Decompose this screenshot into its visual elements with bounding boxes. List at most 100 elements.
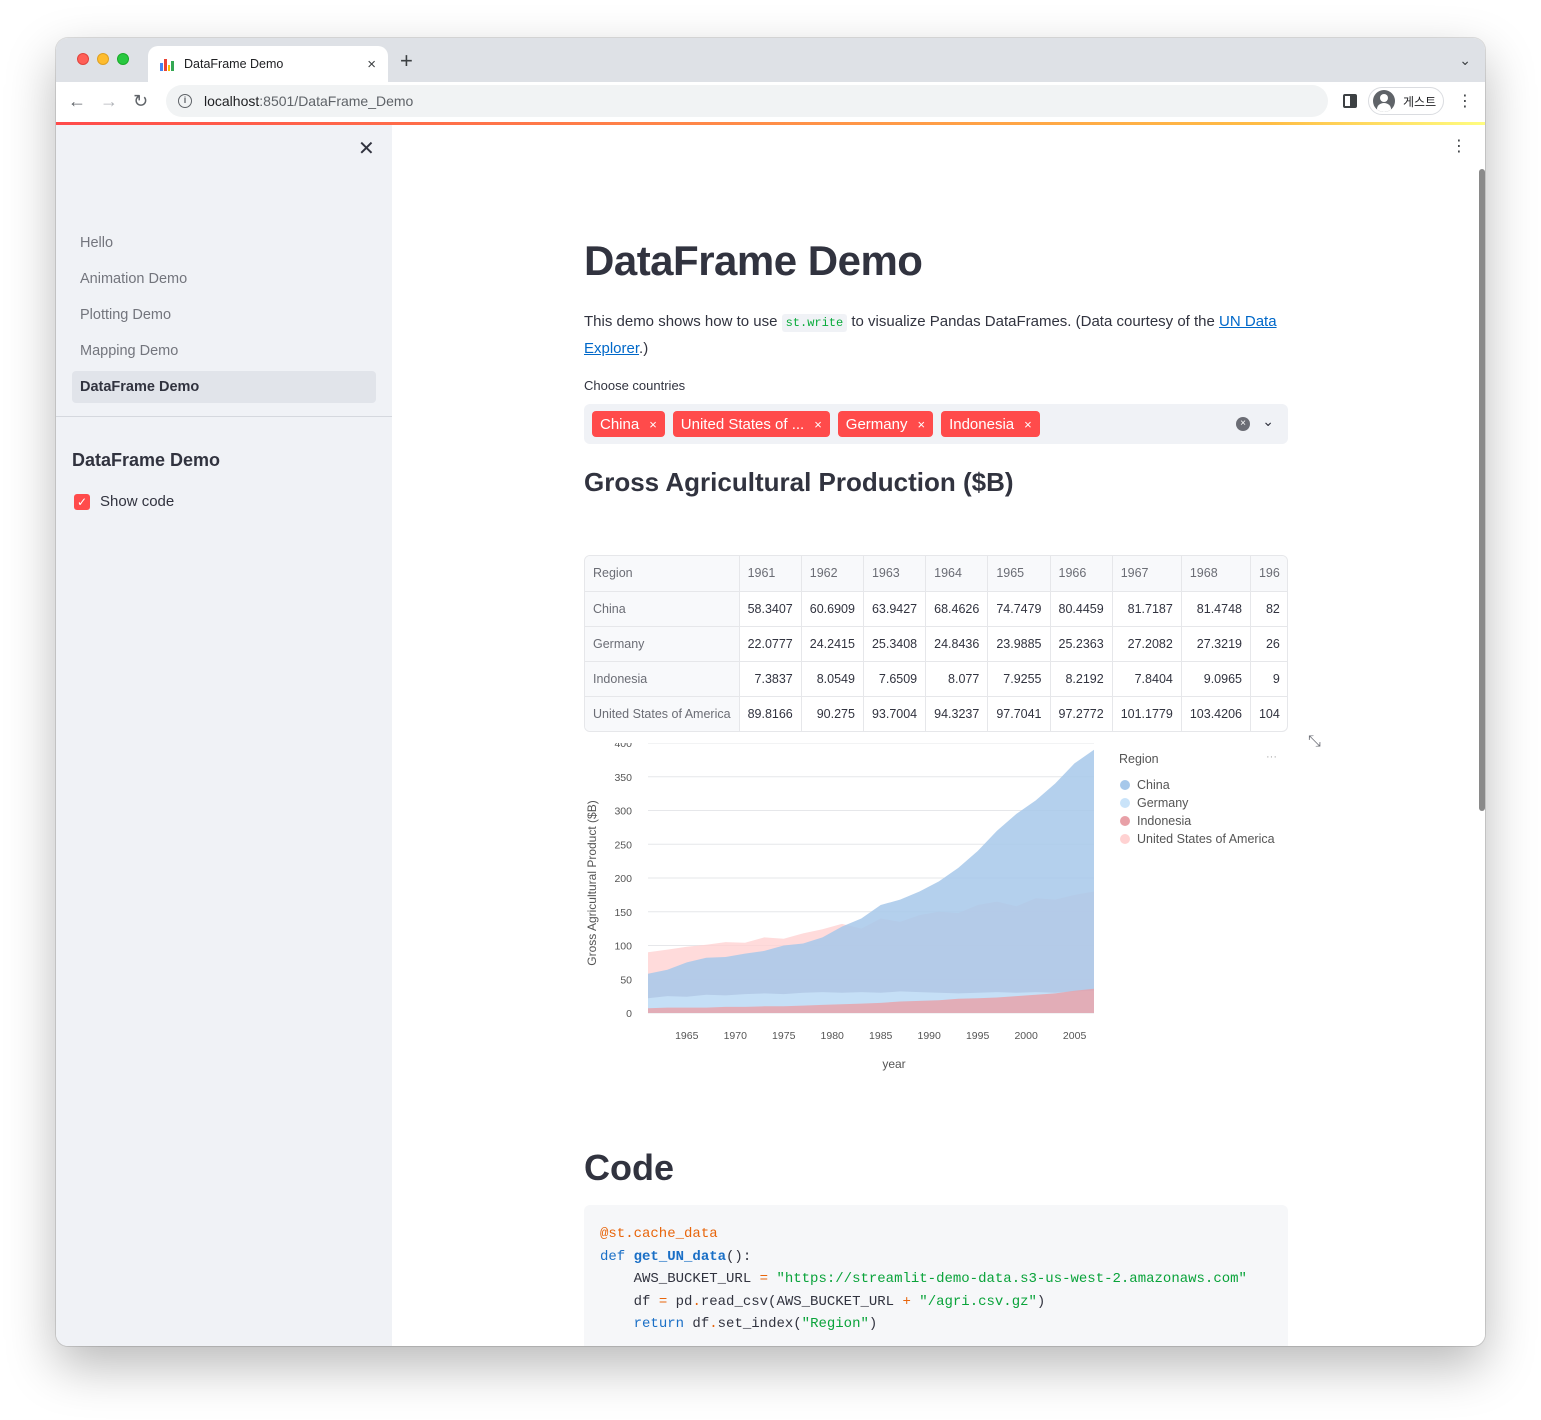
remove-chip-icon[interactable]: × xyxy=(917,417,925,432)
table-cell[interactable]: 81.7187 xyxy=(1112,591,1182,627)
table-cell[interactable]: 7.3837 xyxy=(739,661,802,697)
table-cell[interactable]: 24.2415 xyxy=(801,626,864,662)
browser-tab[interactable]: DataFrame Demo × xyxy=(148,46,388,82)
table-cell[interactable]: 103.4206 xyxy=(1181,696,1251,731)
checkmark-icon[interactable]: ✓ xyxy=(74,493,90,510)
table-cell[interactable]: 63.9427 xyxy=(863,591,927,627)
column-header-year[interactable]: 1968 xyxy=(1181,556,1251,592)
table-cell[interactable]: 74.7479 xyxy=(987,591,1051,627)
code-token: pd xyxy=(667,1293,693,1310)
table-cell[interactable]: 9.0965 xyxy=(1181,661,1251,697)
table-cell[interactable]: 26 xyxy=(1250,626,1287,662)
remove-chip-icon[interactable]: × xyxy=(814,417,822,432)
table-cell[interactable]: 94.3237 xyxy=(925,696,989,731)
maximize-window-button[interactable] xyxy=(117,53,129,65)
reload-icon[interactable]: ↻ xyxy=(133,90,148,112)
scrollbar[interactable] xyxy=(1479,169,1485,811)
sidebar-item-hello[interactable]: Hello xyxy=(72,227,376,259)
sidebar-section-title: DataFrame Demo xyxy=(72,450,221,470)
table-cell[interactable]: 104 xyxy=(1250,696,1287,731)
profile-button[interactable]: 게스트 xyxy=(1368,87,1444,115)
fullscreen-icon[interactable]: ⤡ xyxy=(1308,733,1321,751)
table-cell[interactable]: 27.2082 xyxy=(1112,626,1182,662)
column-header-year[interactable]: 1966 xyxy=(1050,556,1113,592)
table-body: China 58.3407 60.6909 63.9427 68.4626 74.7479… xyxy=(585,591,1287,731)
inline-code: st.write xyxy=(781,314,848,332)
y-tick-label: 200 xyxy=(614,873,632,885)
table-cell[interactable]: 97.2772 xyxy=(1050,696,1113,731)
tab-close-icon[interactable]: × xyxy=(367,56,376,73)
tab-search-icon[interactable]: ⌄ xyxy=(1459,52,1471,69)
column-header-year[interactable]: 196 xyxy=(1250,556,1287,592)
table-cell[interactable]: 24.8436 xyxy=(925,626,989,662)
sidebar-item-animation-demo[interactable]: Animation Demo xyxy=(72,263,376,295)
column-header-year[interactable]: 1962 xyxy=(801,556,864,592)
dataframe[interactable]: Region 1961 1962 1963 1964 1965 1966 1967 1968 19… xyxy=(584,555,1288,732)
table-cell[interactable]: 101.1779 xyxy=(1112,696,1182,731)
chip-label: Germany xyxy=(845,415,908,433)
sidebar-item-mapping-demo[interactable]: Mapping Demo xyxy=(72,335,376,367)
code-token: "https://streamlit-demo-data.s3-us-west-… xyxy=(776,1271,1247,1287)
country-multiselect[interactable]: China × United States of ... × Germany × In… xyxy=(584,404,1288,444)
column-header-year[interactable]: 1967 xyxy=(1112,556,1182,592)
minimize-window-button[interactable] xyxy=(97,53,109,65)
remove-chip-icon[interactable]: × xyxy=(649,417,657,432)
table-cell[interactable]: 8.077 xyxy=(925,661,989,697)
column-header-year[interactable]: 1963 xyxy=(863,556,927,592)
show-code-checkbox[interactable]: ✓ Show code xyxy=(74,493,174,510)
table-cell[interactable]: 68.4626 xyxy=(925,591,989,627)
close-window-button[interactable] xyxy=(77,53,89,65)
x-tick-label: 1980 xyxy=(821,1030,845,1042)
url-path: :8501/DataFrame_Demo xyxy=(259,93,414,109)
column-header-year[interactable]: 1964 xyxy=(925,556,989,592)
table-cell[interactable]: 27.3219 xyxy=(1181,626,1251,662)
code-token: "/agri.csv.gz" xyxy=(919,1293,1037,1310)
table-cell[interactable]: 89.8166 xyxy=(739,696,802,731)
table-cell[interactable]: 22.0777 xyxy=(739,626,802,662)
table-cell[interactable]: 81.4748 xyxy=(1181,591,1251,627)
table-cell[interactable]: 25.3408 xyxy=(863,626,927,662)
row-header[interactable]: China xyxy=(585,591,740,627)
column-header-year[interactable]: 1965 xyxy=(987,556,1051,592)
close-sidebar-icon[interactable]: ✕ xyxy=(358,139,375,159)
column-header-region[interactable]: Region xyxy=(585,556,740,592)
table-cell[interactable]: 7.9255 xyxy=(987,661,1051,697)
table-cell[interactable]: 93.7004 xyxy=(863,696,927,731)
browser-menu-icon[interactable]: ⋮ xyxy=(1457,94,1473,110)
table-cell[interactable]: 7.8404 xyxy=(1112,661,1182,697)
row-header[interactable]: Indonesia xyxy=(585,661,740,697)
remove-chip-icon[interactable]: × xyxy=(1024,417,1032,432)
side-panel-icon[interactable] xyxy=(1343,94,1357,108)
table-cell[interactable]: 9 xyxy=(1250,661,1287,697)
area-chart[interactable]: 0 50 100 150 200 250 300 350 400 1965 1970 1975 1980… xyxy=(584,743,1334,1093)
table-cell[interactable]: 8.2192 xyxy=(1050,661,1113,697)
chip-china: China × xyxy=(592,411,665,437)
forward-icon[interactable]: → xyxy=(100,90,118,112)
new-tab-button[interactable]: + xyxy=(400,50,413,72)
address-bar[interactable]: i localhost:8501/DataFrame_Demo xyxy=(166,85,1328,117)
intro-text-end: .) xyxy=(639,340,649,357)
sidebar-item-plotting-demo[interactable]: Plotting Demo xyxy=(72,299,376,331)
sidebar-item-dataframe-demo[interactable]: DataFrame Demo xyxy=(72,371,376,403)
code-line: @st.cache_data xyxy=(600,1223,1272,1246)
x-axis-title: year xyxy=(882,1057,905,1071)
site-info-icon[interactable]: i xyxy=(178,94,192,108)
table-cell[interactable]: 7.6509 xyxy=(863,661,927,697)
clear-all-icon[interactable]: × xyxy=(1236,417,1250,431)
column-header-year[interactable]: 1961 xyxy=(739,556,802,592)
table-cell[interactable]: 58.3407 xyxy=(739,591,802,627)
table-cell[interactable]: 90.275 xyxy=(801,696,864,731)
row-header[interactable]: United States of America xyxy=(585,696,740,731)
table-cell[interactable]: 23.9885 xyxy=(987,626,1051,662)
back-icon[interactable]: ← xyxy=(68,90,86,112)
table-cell[interactable]: 60.6909 xyxy=(801,591,864,627)
table-cell[interactable]: 80.4459 xyxy=(1050,591,1113,627)
table-cell[interactable]: 8.0549 xyxy=(801,661,864,697)
table-cell[interactable]: 25.2363 xyxy=(1050,626,1113,662)
chevron-down-icon[interactable]: ⌄ xyxy=(1262,413,1274,430)
table-cell[interactable]: 82 xyxy=(1250,591,1287,627)
row-header[interactable]: Germany xyxy=(585,626,740,662)
app-menu-icon[interactable]: ⋮ xyxy=(1451,139,1467,155)
table-cell[interactable]: 97.7041 xyxy=(987,696,1051,731)
code-line: return df.set_index("Region") xyxy=(600,1313,1272,1336)
